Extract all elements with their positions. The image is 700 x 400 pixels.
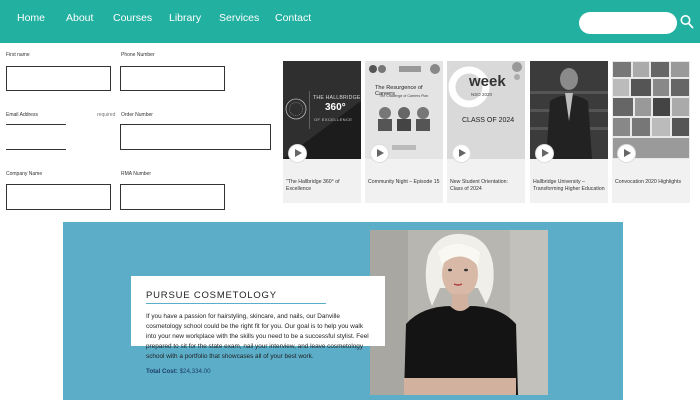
thumb-3-class: CLASS OF 2024 bbox=[462, 117, 515, 124]
company-name-label: Company Name bbox=[6, 171, 43, 177]
video-card-1[interactable]: THE HALLBRIDGE 360° OF EXCELLENCE "The H… bbox=[283, 61, 361, 203]
email-label: Email Address bbox=[6, 112, 38, 118]
nav-services-link[interactable]: Services bbox=[219, 12, 259, 24]
thumb-3-subtitle: NSO 2020 bbox=[471, 92, 493, 97]
thumb-1-title: THE HALLBRIDGE bbox=[313, 95, 361, 101]
company-name-field[interactable] bbox=[6, 184, 111, 210]
first-name-field[interactable] bbox=[6, 66, 111, 91]
model-photo bbox=[370, 230, 548, 395]
play-icon[interactable] bbox=[371, 145, 388, 162]
top-navigation-bar: Home About Courses Library Services Cont… bbox=[0, 0, 700, 43]
video-title-3[interactable]: New Student Orientation: Class of 2024 bbox=[450, 179, 522, 193]
play-icon[interactable] bbox=[453, 145, 470, 162]
nav-library-link[interactable]: Library bbox=[169, 12, 201, 24]
nav-courses-link[interactable]: Courses bbox=[113, 12, 152, 24]
play-icon[interactable] bbox=[289, 145, 306, 162]
nav-about-link[interactable]: About bbox=[66, 12, 93, 24]
video-title-1[interactable]: "The Hallbridge 360° of Excellence bbox=[286, 179, 358, 193]
video-card-3[interactable]: week NSO 2020 CLASS OF 2024 New Student … bbox=[447, 61, 525, 203]
total-cost-label: Total Cost: bbox=[146, 368, 178, 375]
thumb-2-subtitle: The Challenge of Careers Plan bbox=[379, 94, 429, 98]
video-title-5[interactable]: Convocation 2020 Highlights bbox=[615, 179, 687, 186]
total-cost: Total Cost: $24,334.00 bbox=[146, 368, 211, 375]
banner-description: If you have a passion for hairstyling, s… bbox=[146, 313, 369, 360]
email-field-top-line bbox=[6, 124, 66, 125]
thumb-1-subtitle: OF EXCELLENCE bbox=[314, 117, 353, 122]
thumb-3-title: week bbox=[469, 73, 506, 90]
order-number-label: Order Number bbox=[121, 112, 153, 118]
banner-title-underline bbox=[146, 303, 326, 304]
play-icon[interactable] bbox=[536, 145, 553, 162]
phone-label: Phone Number bbox=[121, 52, 155, 58]
search-input[interactable] bbox=[579, 12, 677, 34]
video-card-4[interactable]: Hallbridge University – Transforming Hig… bbox=[530, 61, 608, 203]
total-cost-value: $24,334.00 bbox=[179, 368, 211, 375]
rma-number-field[interactable] bbox=[120, 184, 225, 210]
first-name-label: First name bbox=[6, 52, 30, 58]
rma-number-label: RMA Number bbox=[121, 171, 152, 177]
banner-title: PURSUE COSMETOLOGY bbox=[146, 290, 277, 301]
video-card-5[interactable]: Convocation 2020 Highlights bbox=[612, 61, 690, 203]
thumb-1-number: 360° bbox=[325, 102, 346, 113]
video-title-4[interactable]: Hallbridge University – Transforming Hig… bbox=[533, 179, 605, 193]
play-icon[interactable] bbox=[618, 145, 635, 162]
search-icon[interactable] bbox=[680, 14, 694, 30]
nav-contact-link[interactable]: Contact bbox=[275, 12, 311, 24]
video-title-2[interactable]: Community Night – Episode 15 bbox=[368, 179, 440, 186]
video-card-2[interactable]: The Resurgence of Careers The Challenge … bbox=[365, 61, 443, 203]
phone-field[interactable] bbox=[120, 66, 225, 91]
email-field[interactable] bbox=[6, 149, 66, 150]
nav-home-link[interactable]: Home bbox=[17, 12, 45, 24]
order-number-field[interactable] bbox=[120, 124, 271, 150]
email-required-note: required bbox=[97, 112, 116, 118]
